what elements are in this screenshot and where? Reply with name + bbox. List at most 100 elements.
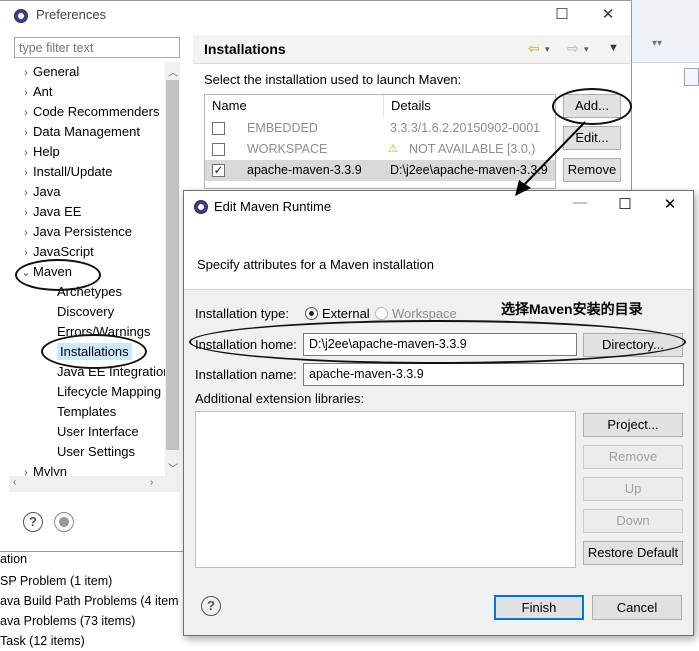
tree-horizontal-scrollbar[interactable]: ‹ ›	[9, 476, 180, 492]
help-icon[interactable]: ?	[23, 512, 43, 532]
tree-item[interactable]: › Code Recommenders	[9, 102, 159, 122]
chevron-right-icon[interactable]: ›	[19, 143, 33, 163]
table-row[interactable]: WORKSPACE ⚠ NOT AVAILABLE [3.0,)	[205, 139, 555, 160]
tree-item[interactable]: › Java EE	[9, 202, 81, 222]
problems-view: ation SP Problem (1 item) ava Build Path…	[0, 552, 190, 648]
view-menu-icon[interactable]: ▼	[608, 42, 619, 54]
tree-item-label: Ant	[33, 84, 53, 99]
tree-scroll-thumb[interactable]	[166, 80, 179, 450]
column-name[interactable]: Name	[205, 95, 384, 117]
preferences-titlebar[interactable]: Preferences ☐ ✕	[0, 1, 631, 31]
maximize-icon[interactable]: ☐	[552, 5, 572, 25]
tree-item[interactable]: › Help	[9, 142, 60, 162]
forward-arrow-icon[interactable]: ⇨	[567, 40, 579, 57]
tree-item-label: Code Recommenders	[33, 104, 160, 119]
chevron-down-icon: ▾▾	[652, 38, 663, 49]
problems-group[interactable]: ava Build Path Problems (4 item	[0, 591, 179, 611]
tree-item-label: Mylyn	[33, 464, 67, 476]
tree-item-label: Help	[33, 144, 60, 159]
tree-item[interactable]: Lifecycle Mapping	[9, 382, 161, 402]
tree-item[interactable]: › Install/Update	[9, 162, 113, 183]
chevron-right-icon[interactable]: ›	[19, 463, 33, 476]
tree-item[interactable]: › Data Management	[9, 122, 140, 142]
scroll-down-icon[interactable]: ﹀	[168, 460, 178, 475]
help-icon[interactable]: ?	[201, 596, 221, 616]
down-button[interactable]: Down	[583, 509, 683, 533]
chevron-right-icon[interactable]: ›	[19, 163, 33, 183]
external-radio[interactable]	[305, 307, 318, 320]
tree-item[interactable]: › Ant	[9, 82, 53, 103]
tree-item-label: Lifecycle Mapping	[57, 384, 162, 399]
outline-view-icon[interactable]	[684, 68, 699, 86]
column-details[interactable]: Details	[384, 95, 555, 117]
scroll-right-icon[interactable]: ›	[150, 477, 153, 488]
tree-item[interactable]: › Mylyn	[9, 462, 67, 476]
cancel-button[interactable]: Cancel	[592, 595, 682, 620]
up-button[interactable]: Up	[583, 477, 683, 501]
dialog-subtitle: Specify attributes for a Maven installat…	[197, 257, 435, 272]
external-label[interactable]: External	[322, 306, 370, 321]
chevron-right-icon[interactable]: ›	[19, 183, 33, 203]
chevron-right-icon[interactable]: ›	[19, 223, 33, 243]
row-checkbox[interactable]: ✓	[212, 164, 225, 177]
chevron-right-icon[interactable]: ›	[19, 203, 33, 223]
tree-item-label: User Settings	[57, 444, 136, 459]
record-icon[interactable]	[54, 512, 74, 532]
tree-item-label: Java Persistence	[33, 224, 132, 239]
remove-library-button[interactable]: Remove	[583, 445, 683, 469]
scroll-left-icon[interactable]: ‹	[13, 477, 16, 488]
chevron-right-icon[interactable]: ›	[19, 123, 33, 143]
workspace-label[interactable]: Workspace	[392, 306, 457, 321]
dialog-title: Edit Maven Runtime	[214, 199, 332, 214]
table-row[interactable]: ✓ apache-maven-3.3.9 D:\j2ee\apache-maven-…	[205, 160, 555, 181]
tree-item[interactable]: › General	[9, 62, 79, 82]
tree-item-label: User Interface	[57, 424, 139, 439]
forward-menu-icon[interactable]: ▾	[584, 44, 589, 55]
tree-item-label: Install/Update	[33, 164, 113, 179]
finish-button[interactable]: Finish	[494, 595, 584, 620]
tree-item[interactable]: Templates	[9, 402, 116, 422]
edit-maven-runtime-dialog: Edit Maven Runtime — ☐ ✕ Specify attribu…	[183, 190, 694, 636]
filter-input[interactable]	[14, 37, 180, 58]
close-icon[interactable]: ✕	[660, 195, 680, 213]
tree-item[interactable]: Discovery	[9, 302, 114, 322]
annotation-arrow	[515, 121, 586, 196]
tree-item-label: Java	[33, 184, 61, 199]
project-button[interactable]: Project...	[583, 413, 683, 437]
row-checkbox[interactable]	[212, 122, 225, 135]
tree-item-label: JavaScript	[33, 244, 94, 259]
installation-type-label: Installation type:	[195, 306, 289, 321]
problems-group[interactable]: SP Problem (1 item)	[0, 571, 112, 591]
chevron-right-icon[interactable]: ›	[19, 103, 33, 123]
annotation-ellipse	[41, 334, 147, 369]
extension-libraries-list[interactable]	[195, 411, 576, 568]
row-checkbox[interactable]	[212, 143, 225, 156]
chevron-right-icon[interactable]: ›	[19, 83, 33, 103]
tree-item[interactable]: › Java Persistence	[9, 222, 132, 242]
restore-default-button[interactable]: Restore Default	[583, 541, 683, 565]
eclipse-icon	[14, 9, 28, 23]
tree-item-label: General	[33, 64, 80, 79]
installations-table: Name Details EMBEDDED 3.3.3/1.6.2.2015090…	[204, 94, 556, 189]
scroll-up-icon[interactable]: ︿	[168, 64, 178, 79]
problems-header: ation	[0, 552, 28, 566]
installation-name-field[interactable]: apache-maven-3.3.9	[303, 363, 684, 386]
tree-item[interactable]: › Java	[9, 182, 60, 202]
tree-item-label: Data Management	[33, 124, 140, 139]
tree-item[interactable]: User Interface	[9, 422, 139, 442]
row-name: apache-maven-3.3.9	[247, 163, 362, 177]
problems-group[interactable]: ava Problems (73 items)	[0, 611, 135, 631]
chevron-right-icon[interactable]: ›	[19, 63, 33, 83]
row-name: EMBEDDED	[247, 121, 318, 135]
eclipse-icon	[194, 200, 208, 214]
workspace-radio[interactable]	[375, 307, 388, 320]
close-icon[interactable]: ✕	[598, 5, 618, 25]
maximize-icon[interactable]: ☐	[615, 195, 635, 213]
back-menu-icon[interactable]: ▾	[545, 44, 550, 55]
annotation-ellipse	[189, 320, 686, 364]
table-row[interactable]: EMBEDDED 3.3.3/1.6.2.20150902-0001	[205, 118, 555, 139]
problems-group[interactable]: Task (12 items)	[0, 631, 85, 651]
back-arrow-icon[interactable]: ⇦	[528, 40, 540, 57]
chevron-right-icon[interactable]: ›	[19, 243, 33, 263]
tree-item[interactable]: User Settings	[9, 442, 135, 462]
